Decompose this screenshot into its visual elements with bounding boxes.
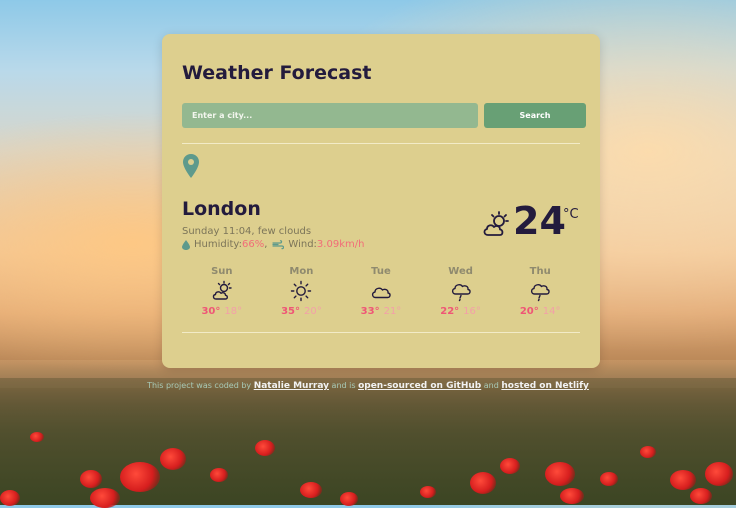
forecast-day-name: Tue: [371, 266, 391, 277]
footer-credits: This project was coded by Natalie Murray…: [0, 381, 736, 391]
app-title: Weather Forecast: [182, 62, 372, 84]
forecast-low: 14°: [542, 306, 561, 317]
forecast-day: Tue 33° 21°: [341, 266, 421, 317]
temperature-unit[interactable]: °C: [563, 207, 579, 222]
wind-label: Wind:: [288, 239, 317, 250]
forecast-temps: 30° 18°: [182, 306, 262, 317]
forecast-temps: 33° 21°: [341, 306, 421, 317]
forecast-day: Sun 30° 18°: [182, 266, 262, 317]
forecast-high: 30°: [201, 306, 221, 317]
forecast-row: Sun 30° 18° Mon 35° 20° Tue 33° 21° Wed …: [182, 266, 580, 317]
netlify-link[interactable]: hosted on Netlify: [501, 381, 589, 391]
city-name: London: [182, 198, 261, 220]
humidity-value: 66%: [241, 239, 265, 250]
current-datetime: Sunday 11:04: [182, 226, 252, 237]
forecast-temps: 20° 14°: [500, 306, 580, 317]
forecast-day: Wed 22° 16°: [421, 266, 501, 317]
rain-icon: [451, 284, 471, 302]
forecast-high: 22°: [440, 306, 460, 317]
search-button[interactable]: Search: [484, 103, 586, 128]
github-link[interactable]: open-sourced on GitHub: [358, 381, 481, 391]
forecast-low: 21°: [383, 306, 402, 317]
forecast-high: 20°: [519, 306, 539, 317]
current-description: Sunday 11:04, few clouds: [182, 226, 311, 237]
forecast-day: Thu 20° 14°: [500, 266, 580, 317]
wind-icon: [272, 239, 285, 249]
forecast-high: 35°: [281, 306, 300, 317]
weather-card: Weather Forecast Search London Sunday 11…: [162, 34, 600, 368]
humidity-drop-icon: [182, 239, 190, 250]
partly-cloudy-icon: [212, 280, 232, 300]
forecast-day: Mon 35° 20°: [262, 266, 342, 317]
forecast-day-name: Wed: [448, 266, 473, 277]
forecast-low: 20°: [303, 306, 322, 317]
background-field: [0, 378, 736, 505]
divider: [182, 332, 580, 333]
partly-cloudy-icon: [483, 211, 509, 236]
location-pin-icon[interactable]: [182, 153, 200, 179]
current-temperature: 24: [513, 199, 566, 243]
current-stats: Humidity: 66%, Wind: 3.09km/h: [182, 239, 364, 250]
footer-text: This project was coded by: [147, 381, 254, 390]
humidity-suffix: ,: [264, 239, 268, 250]
divider: [182, 143, 580, 144]
search-input[interactable]: [182, 103, 478, 128]
forecast-day-name: Sun: [211, 266, 233, 277]
wind-value: 3.09km/h: [316, 239, 365, 250]
forecast-temps: 35° 20°: [262, 306, 342, 317]
rain-icon: [531, 284, 550, 302]
forecast-day-name: Thu: [529, 266, 551, 277]
cloud-icon: [371, 287, 391, 299]
sun-icon: [291, 280, 312, 302]
forecast-temps: 22° 16°: [421, 306, 501, 317]
author-link[interactable]: Natalie Murray: [254, 381, 329, 391]
footer-text: and is: [329, 381, 359, 390]
humidity-label: Humidity:: [194, 239, 242, 250]
current-condition: few clouds: [257, 226, 312, 237]
forecast-day-name: Mon: [289, 266, 314, 277]
forecast-high: 33°: [360, 306, 380, 317]
footer-text: and: [481, 381, 502, 390]
forecast-low: 18°: [224, 306, 243, 317]
forecast-low: 16°: [463, 306, 481, 317]
